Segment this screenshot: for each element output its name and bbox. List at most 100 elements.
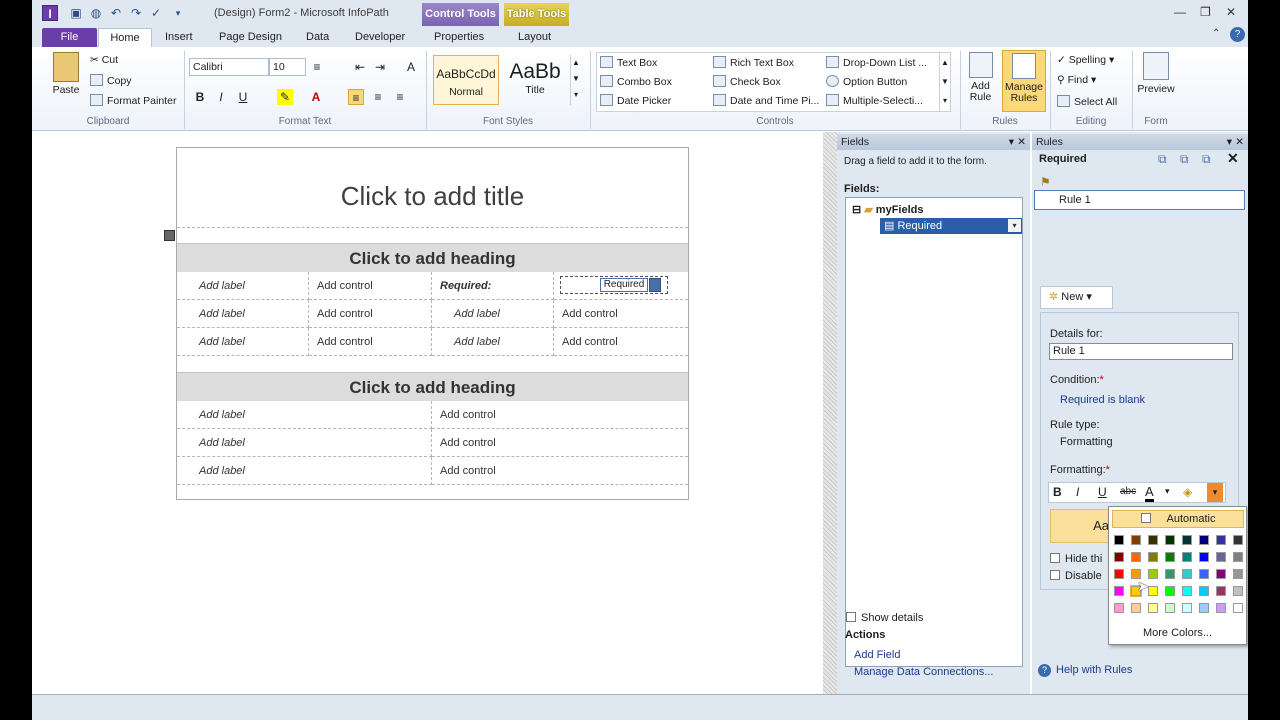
styles-scroll-icon[interactable]: ▲ ▼ ▾ <box>570 55 581 105</box>
control-drop-down-list[interactable]: Drop-Down List ... <box>826 56 927 69</box>
color-swatch[interactable] <box>1148 603 1158 613</box>
control-option-button[interactable]: Option Button <box>826 75 907 88</box>
show-details-checkbox[interactable]: Show details <box>846 612 923 624</box>
manage-rules-button[interactable]: Manage Rules <box>1002 50 1046 112</box>
form-control-cell[interactable]: Add control <box>432 429 688 457</box>
copy-all-rules-icon[interactable]: ⧉ <box>1180 152 1189 167</box>
format-painter-button[interactable]: Format Painter <box>90 94 176 107</box>
italic-button[interactable]: I <box>213 89 229 105</box>
add-rule-button[interactable]: Add Rule <box>964 52 997 103</box>
control-menu-icon[interactable] <box>649 278 661 292</box>
control-text-box[interactable]: Text Box <box>600 56 657 69</box>
color-swatch[interactable] <box>1165 603 1175 613</box>
pane-menu-icon[interactable]: ▾ <box>1227 134 1232 150</box>
color-swatch[interactable] <box>1199 586 1209 596</box>
tab-insert[interactable]: Insert <box>165 28 193 47</box>
preview-button[interactable]: Preview <box>1136 52 1176 95</box>
align-right-icon[interactable]: ≡ <box>392 89 408 105</box>
font-size-select[interactable]: 10 <box>269 58 306 76</box>
form-label-cell[interactable]: Add label <box>177 401 432 429</box>
align-center-icon[interactable]: ≡ <box>370 89 386 105</box>
control-date-picker[interactable]: Date Picker <box>600 94 671 107</box>
controls-scroll-icon[interactable]: ▲ ▼ ▾ <box>939 53 950 111</box>
format-font-color-icon[interactable]: A <box>1145 484 1154 502</box>
color-swatch[interactable] <box>1216 552 1226 562</box>
color-swatch[interactable] <box>1165 569 1175 579</box>
publish-icon[interactable]: ◍ <box>88 5 104 21</box>
format-underline-button[interactable]: U <box>1098 485 1107 499</box>
form-control-cell[interactable]: Add control <box>554 328 688 356</box>
form-label-cell[interactable]: Add label <box>177 457 432 485</box>
form-control-cell[interactable]: Add control <box>309 328 432 356</box>
form-control-cell[interactable]: Add control <box>309 272 432 300</box>
form-title[interactable]: Click to add title <box>177 148 688 228</box>
more-colors-link[interactable]: More Colors... <box>1109 627 1246 639</box>
condition-link[interactable]: Required is blank <box>1060 394 1145 406</box>
help-with-rules-link[interactable]: ? Help with Rules <box>1038 664 1132 677</box>
color-swatch[interactable] <box>1114 569 1124 579</box>
new-rule-button[interactable]: ✲ New ▾ <box>1040 286 1113 309</box>
tree-root-myfields[interactable]: ⊟ ▰ myFields <box>852 203 923 216</box>
add-field-link[interactable]: Add Field <box>854 649 900 661</box>
save-icon[interactable]: ▣ <box>68 5 84 21</box>
align-left-icon[interactable]: ≡ <box>348 89 364 105</box>
font-name-select[interactable]: Calibri <box>189 58 269 76</box>
tab-properties[interactable]: Properties <box>434 28 484 47</box>
preview-quick-icon[interactable]: ✓ <box>148 5 164 21</box>
color-swatch[interactable] <box>1233 535 1243 545</box>
color-swatch[interactable] <box>1148 535 1158 545</box>
color-swatch[interactable] <box>1199 552 1209 562</box>
tab-file[interactable]: File <box>42 28 97 47</box>
shading-dropdown-icon[interactable]: ▾ <box>1207 483 1223 502</box>
color-swatch[interactable] <box>1165 535 1175 545</box>
color-swatch[interactable] <box>1182 569 1192 579</box>
color-swatch[interactable] <box>1182 535 1192 545</box>
tab-data[interactable]: Data <box>306 28 329 47</box>
redo-icon[interactable]: ↷ <box>128 5 144 21</box>
control-check-box[interactable]: Check Box <box>713 75 781 88</box>
control-multiple-selection[interactable]: Multiple-Selecti... <box>826 94 923 107</box>
color-swatch[interactable] <box>1216 535 1226 545</box>
copy-button[interactable]: Copy <box>90 74 132 87</box>
tab-layout[interactable]: Layout <box>518 28 551 47</box>
color-swatch[interactable] <box>1182 586 1192 596</box>
increase-indent-icon[interactable]: ⇥ <box>372 59 388 75</box>
color-swatch[interactable] <box>1216 569 1226 579</box>
automatic-color-option[interactable]: Automatic <box>1112 510 1244 528</box>
paste-button[interactable]: Paste <box>48 52 84 96</box>
color-swatch[interactable] <box>1233 586 1243 596</box>
color-swatch[interactable] <box>1165 552 1175 562</box>
help-icon[interactable]: ? <box>1230 27 1245 42</box>
decrease-indent-icon[interactable]: ⇤ <box>352 59 368 75</box>
form-control-cell[interactable]: Add control <box>554 300 688 328</box>
shading-color-icon[interactable]: ◈ <box>1183 485 1192 499</box>
cut-button[interactable]: ✂ Cut <box>90 54 118 66</box>
bullets-icon[interactable]: ≡ <box>309 59 325 75</box>
table-move-handle[interactable] <box>164 230 175 241</box>
form-heading-2[interactable]: Click to add heading <box>177 372 688 401</box>
spelling-button[interactable]: ✓ Spelling ▾ <box>1057 54 1114 66</box>
color-swatch[interactable] <box>1114 603 1124 613</box>
splitter-bar[interactable] <box>823 132 837 694</box>
control-rich-text-box[interactable]: Rich Text Box <box>713 56 794 69</box>
format-bold-button[interactable]: B <box>1053 485 1062 499</box>
close-icon[interactable]: ✕ <box>1226 5 1236 19</box>
color-swatch[interactable] <box>1199 569 1209 579</box>
collapse-icon[interactable]: ⊟ <box>852 204 864 216</box>
color-swatch[interactable] <box>1131 552 1141 562</box>
restore-icon[interactable]: ❐ <box>1200 5 1211 19</box>
clear-formatting-icon[interactable]: A <box>403 59 419 75</box>
rule-name-input[interactable]: Rule 1 <box>1049 343 1233 360</box>
style-normal[interactable]: AaBbCcDd Normal <box>433 55 499 105</box>
bold-button[interactable]: B <box>192 89 208 105</box>
color-swatch[interactable] <box>1182 552 1192 562</box>
form-label-cell[interactable]: Add label <box>432 300 554 328</box>
color-swatch[interactable] <box>1182 603 1192 613</box>
pane-close-icon[interactable]: ✕ <box>1017 134 1026 150</box>
color-swatch[interactable] <box>1148 552 1158 562</box>
color-swatch[interactable] <box>1114 535 1124 545</box>
paste-rule-icon[interactable]: ⧉ <box>1202 152 1211 167</box>
color-swatch[interactable] <box>1216 603 1226 613</box>
format-italic-button[interactable]: I <box>1076 485 1079 499</box>
copy-rule-icon[interactable]: ⧉ <box>1158 152 1167 167</box>
